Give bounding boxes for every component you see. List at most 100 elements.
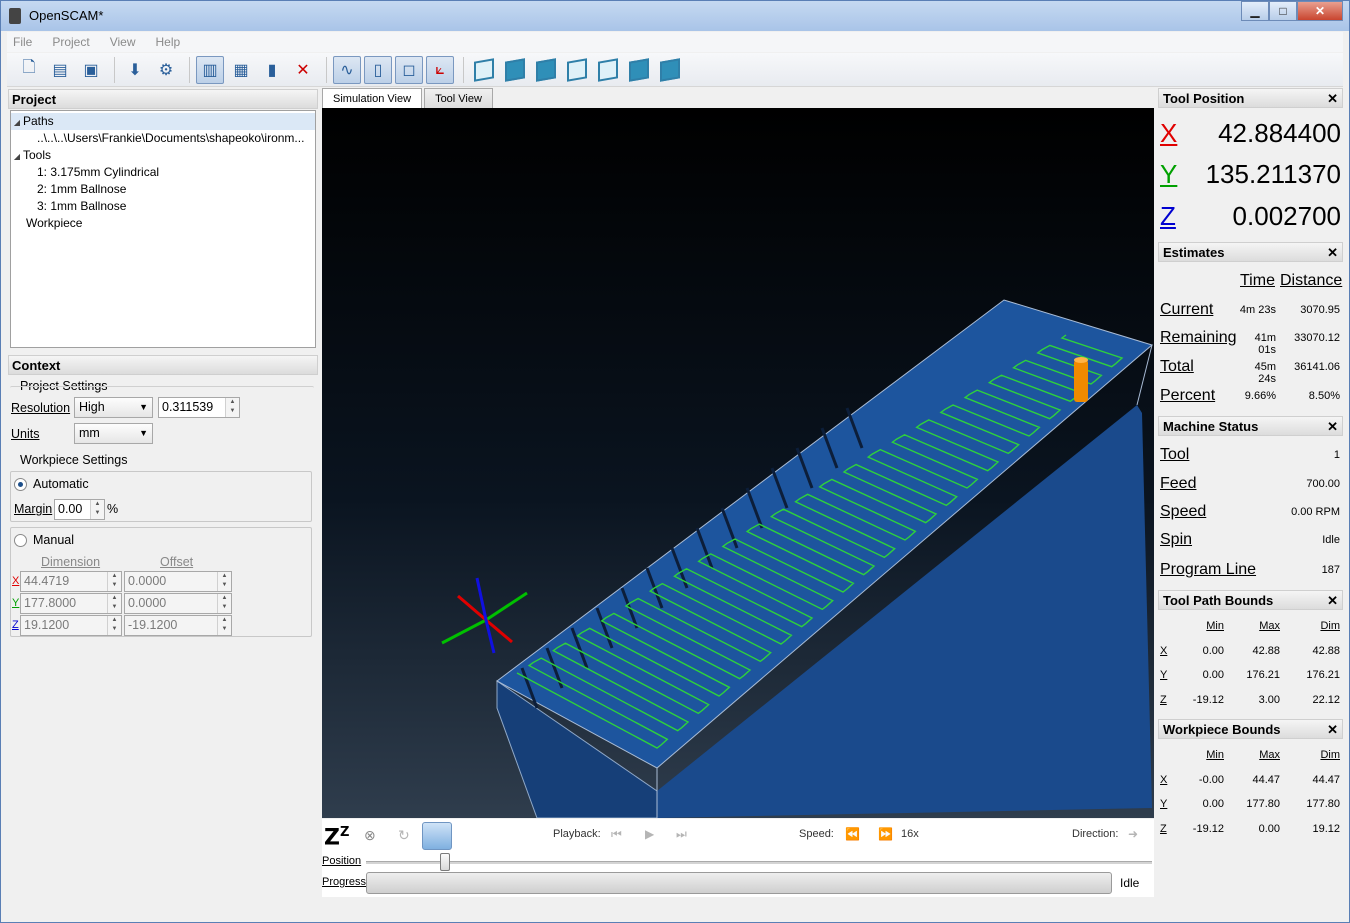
spin-arrows-icon[interactable]: ▲ ▼	[217, 572, 231, 591]
playback-bar: ZZ ⊗ ↻ Playback: ⏮ ▶ ⏭ Speed: ⏪ ⏩ 16x Di…	[322, 819, 1154, 897]
play-icon[interactable]: ▶	[645, 827, 654, 841]
surface-view-icon[interactable]: ▥	[196, 55, 224, 84]
manual-radio[interactable]	[14, 534, 27, 547]
spin-arrows-icon[interactable]: ▲ ▼	[90, 500, 104, 519]
tree-item-tool[interactable]: 3: 1mm Ballnose	[11, 198, 315, 215]
left-dock: Project ◢ Paths ..\..\..\Users\Frankie\Do…	[8, 89, 318, 919]
reload-icon[interactable]: ↻	[398, 827, 410, 844]
spin-arrows-icon[interactable]: ▲ ▼	[217, 616, 231, 635]
resolution-label: Resolution	[11, 401, 71, 415]
step-button[interactable]	[422, 822, 452, 850]
close-icon[interactable]: ✕	[1327, 417, 1338, 437]
position-label: Position	[322, 855, 362, 867]
simulation-viewport[interactable]	[322, 108, 1154, 818]
workpiece-view-icon[interactable]: ▮	[258, 56, 286, 84]
direction-label: Direction:	[1072, 828, 1119, 840]
y-dimension-input[interactable]: 177.8000 ▲ ▼	[20, 593, 122, 614]
menu-project[interactable]: Project	[52, 35, 89, 49]
project-tree[interactable]: ◢ Paths ..\..\..\Users\Frankie\Documents\…	[10, 110, 316, 348]
z-dimension-input[interactable]: 19.1200 ▲ ▼	[20, 615, 122, 636]
maximize-button[interactable]: □	[1269, 1, 1297, 21]
spin-arrows-icon[interactable]: ▲ ▼	[107, 572, 121, 591]
bounds-x-dim: 42.88	[1312, 645, 1340, 657]
resolution-input-value: 0.311539	[162, 400, 214, 414]
spin-arrows-icon[interactable]: ▲ ▼	[225, 398, 239, 417]
z-coord-value: 0.002700	[1232, 201, 1341, 231]
tree-item-path-file[interactable]: ..\..\..\Users\Frankie\Documents\shapeok…	[11, 130, 315, 147]
export-icon[interactable]: ⬇	[121, 56, 149, 84]
stop-icon[interactable]: ⊗	[364, 827, 376, 844]
bounds-icon[interactable]: ◻	[395, 55, 423, 84]
wp-axis-label: Z	[1160, 823, 1167, 835]
units-select[interactable]: mm ▼	[74, 423, 153, 444]
tree-item-workpiece[interactable]: Workpiece	[11, 215, 315, 232]
settings-icon[interactable]: ⚙	[152, 56, 180, 84]
y-offset-input[interactable]: 0.0000 ▲ ▼	[124, 593, 232, 614]
right-dock: Tool Position ✕ X 42.884400 Y 135.211370 …	[1158, 88, 1343, 918]
tree-item-tool[interactable]: 2: 1mm Ballnose	[11, 181, 315, 198]
tree-item-tool[interactable]: 1: 3.175mm Cylindrical	[11, 164, 315, 181]
sleep-icon[interactable]: ZZ	[324, 825, 349, 850]
close-icon[interactable]: ✕	[1327, 591, 1338, 611]
menu-help[interactable]: Help	[156, 35, 181, 49]
minimize-button[interactable]: ▁	[1241, 1, 1269, 21]
top-view-icon[interactable]	[532, 56, 560, 84]
tree-item-tools[interactable]: ◢ Tools	[11, 147, 315, 164]
view-tabs: Simulation View Tool View	[322, 88, 495, 109]
save-icon[interactable]: ▣	[77, 56, 105, 84]
rewind-icon[interactable]: ⏮	[611, 827, 622, 842]
front-view-icon[interactable]	[501, 56, 529, 84]
position-slider[interactable]	[366, 861, 1152, 864]
bottom-view-icon[interactable]	[656, 56, 684, 84]
spin-arrows-icon[interactable]: ▲ ▼	[107, 616, 121, 635]
resolution-select[interactable]: High ▼	[74, 397, 153, 418]
left-view-icon[interactable]	[625, 56, 653, 84]
hide-icon[interactable]: ✕	[289, 56, 317, 84]
axes-icon[interactable]: ⟀	[426, 55, 454, 84]
wp-z-max: 0.00	[1258, 823, 1280, 835]
resolution-input[interactable]: 0.311539 ▲ ▼	[158, 397, 240, 418]
expand-arrow-icon[interactable]: ◢	[11, 114, 23, 130]
program-line-value: 187	[1321, 564, 1340, 576]
program-line-label: Program Line	[1160, 561, 1257, 578]
tab-tool-view[interactable]: Tool View	[424, 88, 493, 109]
menu-view[interactable]: View	[110, 35, 136, 49]
margin-input[interactable]: 0.00 ▲ ▼	[54, 499, 105, 520]
x-offset-input[interactable]: 0.0000 ▲ ▼	[124, 571, 232, 592]
wp-y-max: 177.80	[1246, 798, 1280, 810]
automatic-radio[interactable]	[14, 478, 27, 491]
current-distance: 3070.95	[1300, 304, 1340, 316]
position-slider-handle[interactable]	[439, 853, 450, 871]
x-dimension-input[interactable]: 44.4719 ▲ ▼	[20, 571, 122, 592]
bounds-min-header: Min	[1206, 620, 1224, 632]
x-dimension-value: 44.4719	[24, 574, 70, 588]
slower-icon[interactable]: ⏪	[845, 827, 860, 841]
toolpath-icon[interactable]: ∿	[333, 55, 361, 84]
y-axis-gizmo	[485, 591, 528, 622]
close-icon[interactable]: ✕	[1327, 89, 1338, 109]
z-offset-input[interactable]: -19.1200 ▲ ▼	[124, 615, 232, 636]
tab-simulation-view[interactable]: Simulation View	[322, 88, 423, 108]
tree-item-paths[interactable]: ◢ Paths	[11, 113, 315, 130]
right-view-icon[interactable]	[563, 56, 591, 84]
close-icon[interactable]: ✕	[1327, 720, 1338, 740]
menu-bar: File Project View Help	[7, 32, 1343, 52]
close-button[interactable]: ✕	[1297, 1, 1343, 21]
manual-label: Manual	[33, 533, 74, 547]
new-project-icon[interactable]: 🗋	[15, 56, 43, 84]
wireframe-view-icon[interactable]: ▦	[227, 56, 255, 84]
wp-min-header: Min	[1206, 749, 1224, 761]
direction-arrow-icon[interactable]: ➜	[1128, 827, 1138, 841]
open-project-icon[interactable]: ▤	[46, 56, 74, 84]
spin-arrows-icon[interactable]: ▲ ▼	[107, 594, 121, 613]
faster-icon[interactable]: ⏩	[878, 827, 893, 841]
fast-forward-icon[interactable]: ⏭	[676, 827, 687, 842]
back-view-icon[interactable]	[594, 56, 622, 84]
tool-icon[interactable]: ▯	[364, 55, 392, 84]
close-icon[interactable]: ✕	[1327, 243, 1338, 263]
spin-arrows-icon[interactable]: ▲ ▼	[217, 594, 231, 613]
units-label: Units	[11, 427, 40, 441]
expand-arrow-icon[interactable]: ◢	[11, 148, 23, 164]
iso-view-icon[interactable]	[470, 56, 498, 84]
menu-file[interactable]: File	[13, 35, 32, 49]
